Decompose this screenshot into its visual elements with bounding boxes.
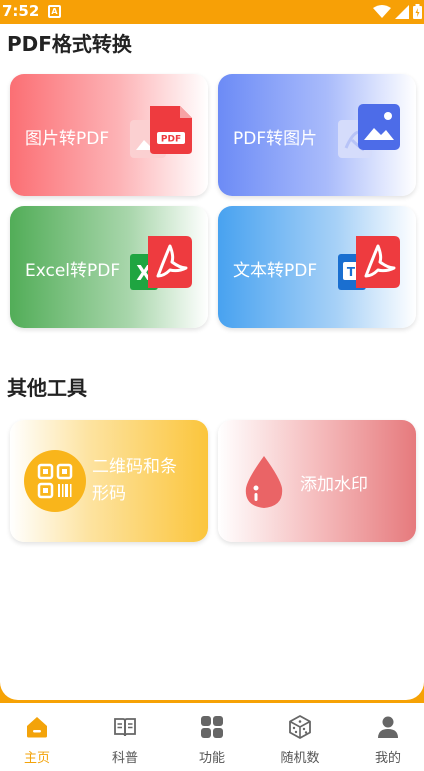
card-qrcode-barcode[interactable]: 二维码和条形码: [10, 420, 208, 542]
section-title-tools: 其他工具: [7, 376, 87, 400]
pdf-to-image-icon: [338, 104, 400, 158]
grid-icon: [201, 716, 223, 738]
tab-science[interactable]: 科普: [83, 703, 167, 771]
home-icon: [27, 717, 47, 738]
card-add-watermark[interactable]: 添加水印: [218, 420, 416, 542]
water-drop-icon: [245, 456, 283, 508]
tab-mine[interactable]: 我的: [346, 703, 424, 771]
card-image-to-pdf[interactable]: 图片转PDF PDF: [10, 74, 208, 196]
tab-label: 功能: [198, 751, 225, 766]
card-label: Excel转PDF: [25, 261, 121, 281]
book-icon: [114, 718, 136, 737]
card-excel-to-pdf[interactable]: Excel转PDF X: [10, 206, 208, 328]
card-label: 二维码和条形码: [92, 457, 177, 504]
card-label: 添加水印: [300, 475, 368, 495]
tab-label: 我的: [374, 751, 401, 766]
card-label: 文本转PDF: [233, 261, 318, 281]
svg-text:PDF: PDF: [161, 135, 181, 145]
section-title-pdf: PDF格式转换: [7, 32, 132, 56]
tab-home[interactable]: 主页: [0, 703, 79, 771]
wifi-icon: [373, 4, 391, 18]
status-icons: [373, 4, 422, 19]
status-time: 7:52: [2, 2, 40, 20]
battery-icon: [413, 4, 422, 19]
status-bar: 7:52 A: [0, 0, 424, 24]
card-label: 图片转PDF: [25, 129, 110, 149]
tab-label: 随机数: [280, 751, 320, 766]
card-pdf-to-image[interactable]: PDF转图片: [218, 74, 416, 196]
tab-label: 主页: [23, 751, 50, 766]
bottom-tab-bar: 主页 科普 功能 随机数 我的: [0, 703, 424, 771]
tab-random-number[interactable]: 随机数: [258, 703, 342, 771]
excel-to-pdf-icon: X: [130, 236, 192, 290]
dice-icon: [289, 715, 311, 739]
qrcode-barcode-icon: [24, 450, 86, 512]
notification-a-icon: A: [48, 5, 61, 18]
main-content: PDF格式转换 图片转PDF PDF PDF转图片 Excel转PDF X 文本…: [0, 24, 424, 700]
svg-text:T: T: [347, 265, 356, 279]
image-to-pdf-icon: PDF: [130, 106, 192, 158]
signal-icon: [395, 4, 409, 19]
card-label: PDF转图片: [233, 129, 318, 149]
card-text-to-pdf[interactable]: 文本转PDF T: [218, 206, 416, 328]
tab-label: 科普: [111, 751, 138, 766]
tab-functions[interactable]: 功能: [170, 703, 254, 771]
text-to-pdf-icon: T: [338, 236, 400, 290]
person-icon: [378, 716, 398, 738]
